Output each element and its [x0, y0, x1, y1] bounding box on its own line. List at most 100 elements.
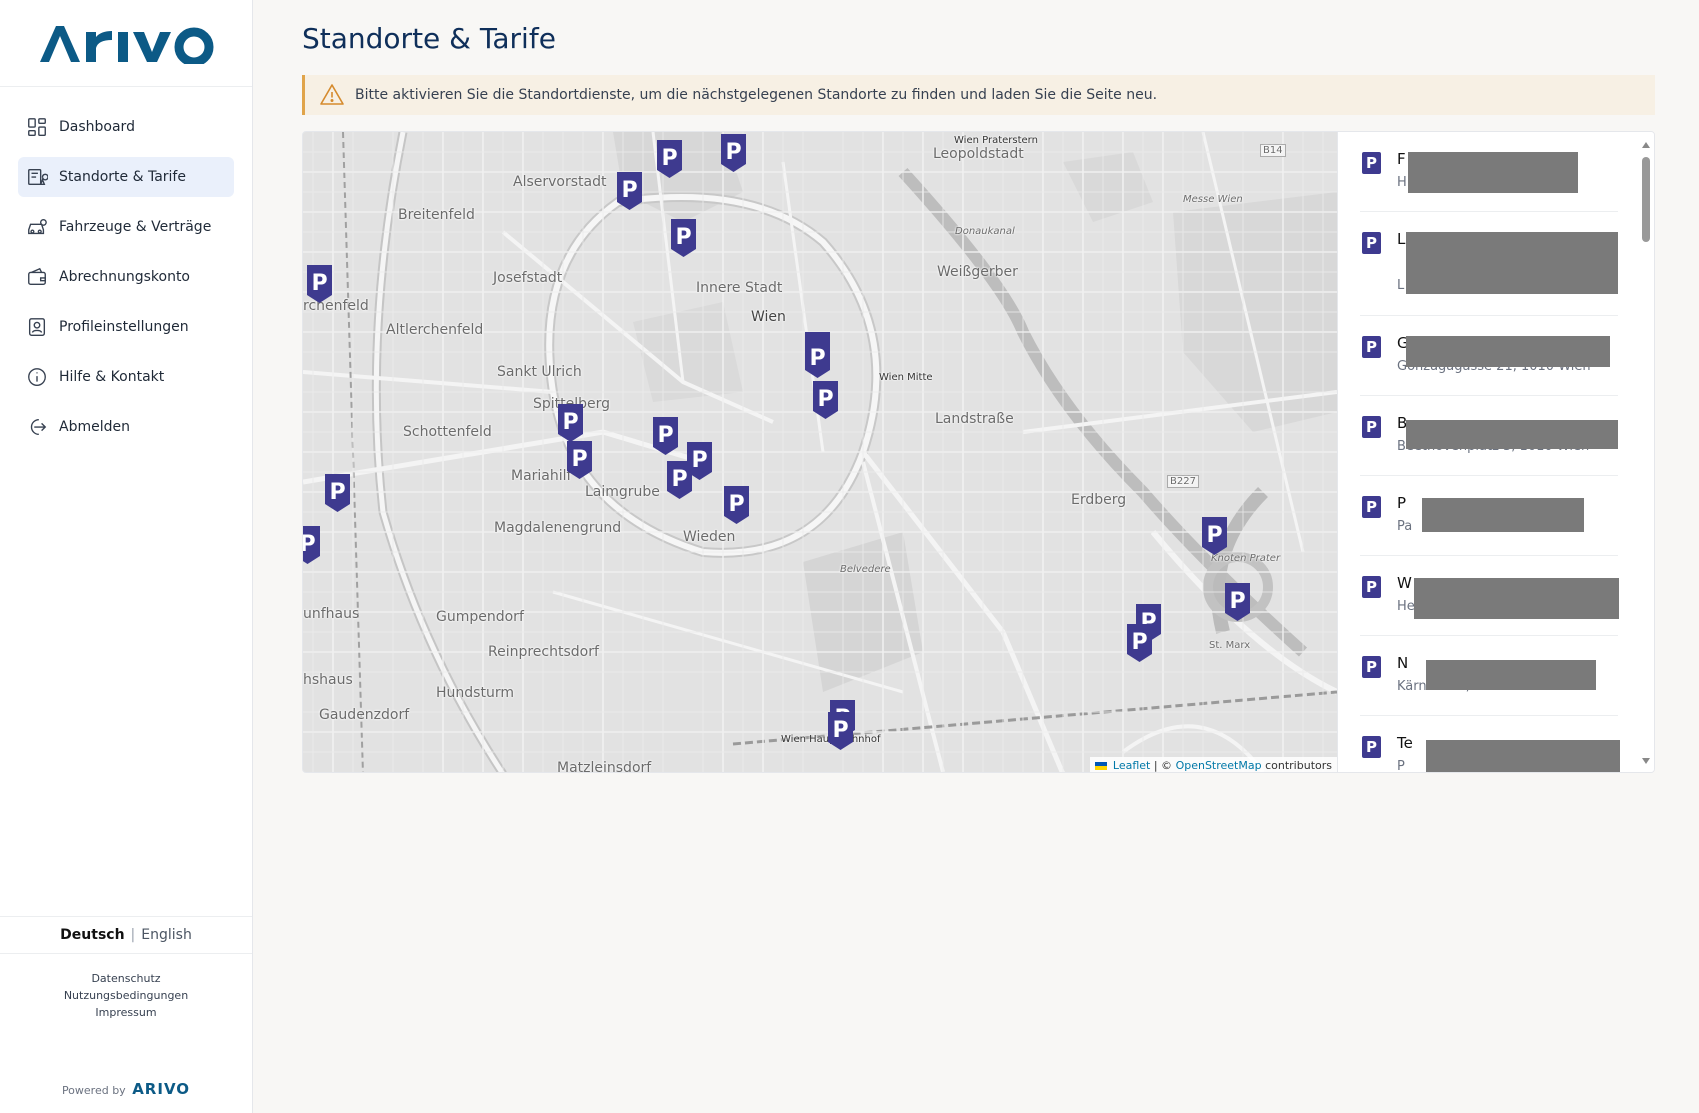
alert-text: Bitte aktivieren Sie die Standortdienste… — [355, 87, 1158, 103]
powered-by-text: Powered by — [61, 1084, 126, 1097]
wallet-icon — [26, 266, 48, 288]
parking-marker[interactable]: P — [655, 138, 684, 180]
locations-list: P F H P L L P G Gonzagagasse 21, 1010 Wi… — [1337, 132, 1654, 773]
svg-text:P: P — [817, 387, 833, 412]
scroll-thumb[interactable] — [1642, 157, 1650, 242]
sidebar-item-dashboard[interactable]: Dashboard — [18, 107, 234, 147]
sidebar-item-locations[interactable]: Standorte & Tarife — [18, 157, 234, 197]
sidebar-item-label: Fahrzeuge & Verträge — [59, 219, 212, 235]
page-title: Standorte & Tarife — [302, 22, 556, 55]
location-title: L — [1397, 230, 1406, 248]
svg-text:P: P — [311, 271, 327, 296]
sidebar-item-label: Abrechnungskonto — [59, 269, 190, 285]
ukraine-flag-icon — [1095, 762, 1108, 770]
language-en[interactable]: English — [141, 927, 192, 943]
redaction-block — [1422, 498, 1584, 532]
imprint-link[interactable]: Impressum — [0, 1004, 252, 1021]
map-label-gaudenzdorf: Gaudenzdorf — [319, 707, 410, 723]
parking-marker[interactable]: P — [719, 132, 748, 174]
map-label-reinprechtsdorf: Reinprechtsdorf — [488, 644, 599, 660]
parking-marker[interactable]: P — [665, 459, 694, 501]
map-label-donaukanal: Donaukanal — [955, 226, 1015, 237]
map-label-belvedere: Belvedere — [840, 564, 891, 575]
map-label-erdberg: Erdberg — [1071, 492, 1127, 508]
redaction-block — [1406, 336, 1610, 367]
scroll-down-icon[interactable] — [1642, 758, 1650, 764]
parking-marker[interactable]: P — [556, 402, 585, 444]
sidebar-item-label: Abmelden — [59, 419, 130, 435]
location-item[interactable]: P L L — [1360, 212, 1618, 316]
location-item[interactable]: P Te P — [1360, 716, 1620, 773]
map-label-b227: B227 — [1167, 475, 1199, 488]
parking-badge-icon: P — [1362, 336, 1381, 358]
map-label-fuenfhaus: unfhaus — [303, 606, 360, 622]
map[interactable]: Alservorstadt Breitenfeld Josefstadt Inn… — [303, 132, 1337, 772]
parking-marker[interactable]: P — [826, 710, 855, 752]
parking-badge-icon: P — [1362, 152, 1381, 174]
location-item[interactable]: P W He — [1360, 556, 1619, 636]
logout-icon — [26, 416, 48, 438]
powered-by-logo[interactable]: ARIVO — [132, 1080, 190, 1098]
parking-marker[interactable]: P — [669, 217, 698, 259]
language-separator: | — [130, 927, 136, 943]
svg-text:P: P — [621, 178, 637, 203]
parking-badge-icon: P — [1362, 232, 1381, 254]
car-icon — [26, 216, 48, 238]
svg-text:P: P — [562, 410, 578, 435]
info-icon — [26, 366, 48, 388]
sidebar-item-help[interactable]: Hilfe & Kontakt — [18, 357, 234, 397]
map-attribution: Leaflet | © OpenStreetMap contributors — [1090, 757, 1337, 772]
scroll-up-icon[interactable] — [1642, 142, 1650, 148]
parking-marker[interactable]: P — [1200, 515, 1229, 557]
language-switcher: Deutsch | English — [0, 916, 252, 954]
arivo-logo[interactable] — [38, 22, 214, 64]
locations-icon — [26, 166, 48, 188]
svg-text:P: P — [571, 447, 587, 472]
location-item[interactable]: P N Kärntner 4, 1010 Wien — [1360, 636, 1618, 716]
language-de[interactable]: Deutsch — [60, 927, 124, 943]
parking-marker[interactable]: P — [651, 415, 680, 457]
parking-marker[interactable]: P — [565, 439, 594, 481]
sidebar-item-logout[interactable]: Abmelden — [18, 407, 234, 447]
osm-link[interactable]: OpenStreetMap — [1176, 759, 1262, 772]
location-item[interactable]: P G Gonzagagasse 21, 1010 Wien — [1360, 316, 1618, 396]
location-item[interactable]: P F H — [1360, 132, 1618, 212]
sidebar-item-profile[interactable]: Profileinstellungen — [18, 307, 234, 347]
parking-marker[interactable]: P — [811, 379, 840, 421]
location-address: He — [1397, 599, 1415, 614]
map-label-laimgrube: Laimgrube — [585, 484, 660, 500]
redaction-block — [1426, 660, 1596, 690]
footer-links: Datenschutz Nutzungsbedingungen Impressu… — [0, 970, 252, 1021]
sidebar-item-label: Dashboard — [59, 119, 135, 135]
location-title: N — [1397, 654, 1409, 672]
attribution-suffix: contributors — [1265, 759, 1332, 772]
main-nav: Dashboard Standorte & Tarife Fahrzeuge &… — [0, 87, 252, 447]
sidebar-item-vehicles[interactable]: Fahrzeuge & Verträge — [18, 207, 234, 247]
location-item[interactable]: P P Pa — [1360, 476, 1618, 556]
privacy-link[interactable]: Datenschutz — [0, 970, 252, 987]
parking-marker[interactable]: P — [303, 524, 322, 566]
map-label-leopoldstadt: Leopoldstadt — [933, 146, 1024, 162]
sidebar-item-billing[interactable]: Abrechnungskonto — [18, 257, 234, 297]
parking-marker[interactable]: P — [323, 472, 352, 514]
parking-marker[interactable]: P — [803, 338, 832, 380]
parking-marker[interactable]: P — [305, 263, 334, 305]
parking-marker[interactable]: P — [722, 484, 751, 526]
leaflet-link[interactable]: Leaflet — [1113, 759, 1150, 772]
parking-marker[interactable]: P — [1125, 622, 1154, 664]
svg-text:P: P — [725, 140, 741, 165]
terms-link[interactable]: Nutzungsbedingungen — [0, 987, 252, 1004]
location-item[interactable]: P B Beethovenplatz 3, 1010 Wien — [1360, 396, 1618, 476]
map-label-st-marx: St. Marx — [1209, 640, 1251, 651]
redaction-block — [1408, 152, 1578, 193]
location-address: P — [1397, 759, 1405, 773]
map-label-altlerchenfeld: Altlerchenfeld — [386, 322, 484, 338]
map-label-b14: B14 — [1260, 144, 1286, 157]
logo-container — [0, 0, 252, 87]
location-address: H — [1397, 175, 1407, 190]
list-scrollbar[interactable] — [1642, 142, 1650, 764]
parking-marker[interactable]: P — [1223, 581, 1252, 623]
map-label-mariahilf: Mariahilf — [511, 468, 572, 484]
parking-marker[interactable]: P — [615, 170, 644, 212]
location-address: L — [1397, 278, 1405, 293]
